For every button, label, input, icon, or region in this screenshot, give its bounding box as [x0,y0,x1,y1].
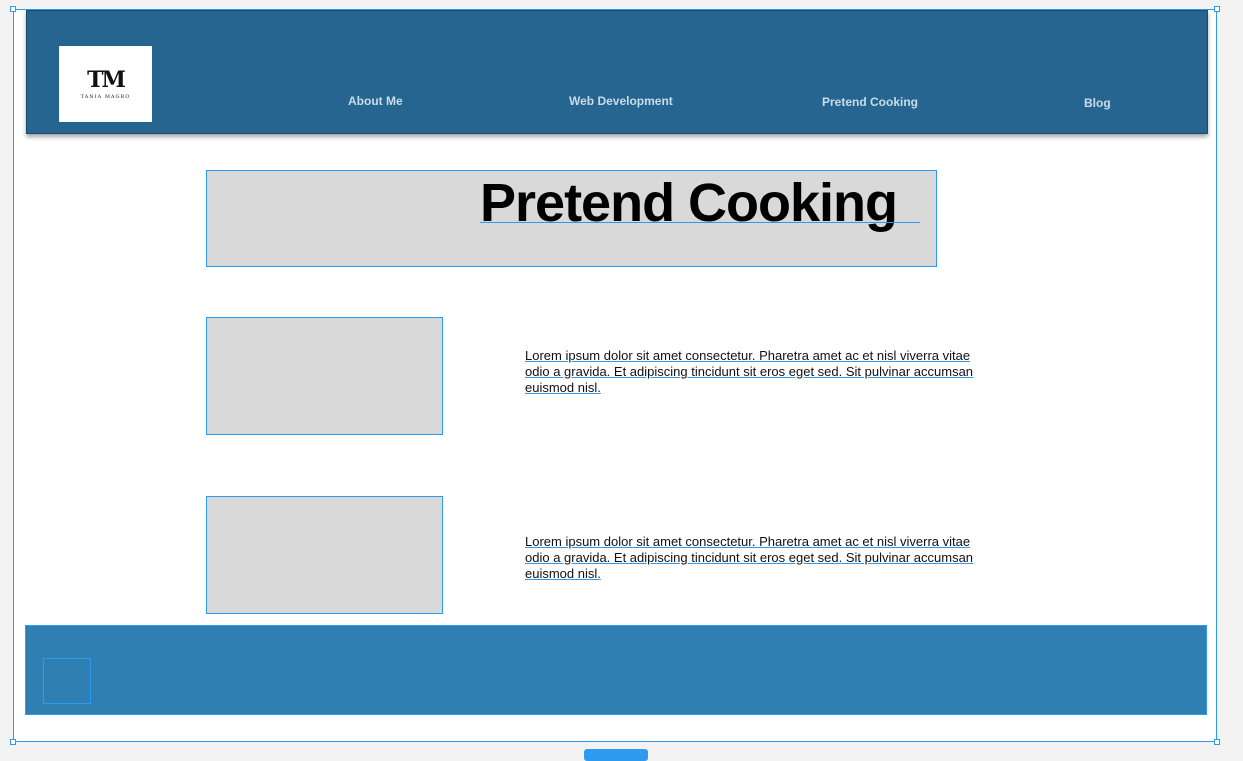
artboard-frame[interactable]: TM TANIA MAGRO About Me Web Development … [10,6,1220,745]
site-footer [25,625,1207,715]
resize-handle-top-left[interactable] [10,6,16,12]
frame-size-badge [584,749,648,761]
nav-item-blog[interactable]: Blog [1084,96,1111,110]
nav-item-pretend-cooking[interactable]: Pretend Cooking [822,95,918,109]
nav-item-about-me[interactable]: About Me [348,94,403,108]
nav-item-web-development[interactable]: Web Development [569,94,673,108]
resize-handle-top-right[interactable] [1214,6,1220,12]
row-1-text: Lorem ipsum dolor sit amet consectetur. … [525,348,974,395]
logo-monogram: TM [87,66,126,93]
site-header: TM TANIA MAGRO About Me Web Development … [26,10,1208,134]
footer-placeholder-box [43,658,91,704]
image-placeholder-2 [206,496,443,614]
image-placeholder-1 [206,317,443,435]
logo-name: TANIA MAGRO [80,93,131,100]
title-text-baseline [480,222,920,223]
resize-handle-bottom-left[interactable] [10,739,16,745]
row-2-text: Lorem ipsum dolor sit amet consectetur. … [525,534,974,581]
logo[interactable]: TM TANIA MAGRO [59,46,152,122]
page-title: Pretend Cooking [480,173,898,233]
resize-handle-bottom-right[interactable] [1214,739,1220,745]
